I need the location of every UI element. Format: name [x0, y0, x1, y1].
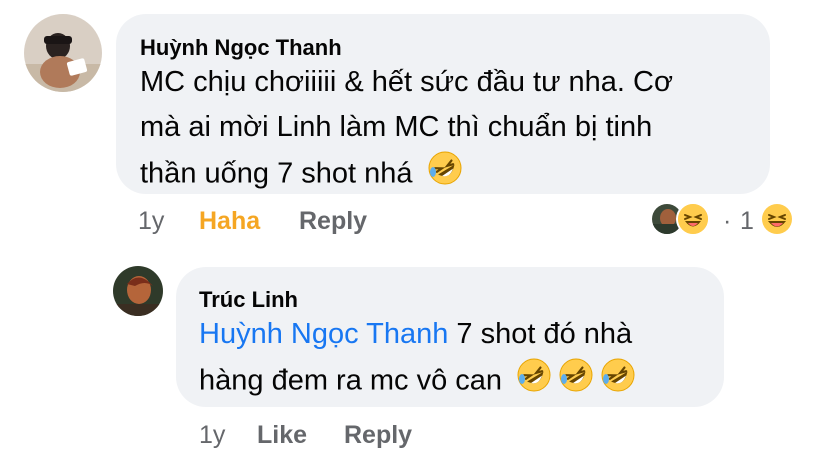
reaction-separator: ·: [723, 207, 732, 235]
reaction-summary[interactable]: [650, 202, 710, 236]
comment-text: Huỳnh Ngọc Thanh 7 shot đó nhà hàng đem …: [199, 312, 719, 407]
haha-reaction-icon[interactable]: [761, 203, 793, 235]
mention-link[interactable]: Huỳnh Ngọc Thanh: [199, 318, 448, 350]
rolling-laughing-emoji-icon: [558, 357, 594, 407]
comment-text: MC chịu chơiiiii & hết sức đầu tư nha. C…: [140, 60, 760, 200]
comment-author[interactable]: Trúc Linh: [199, 287, 298, 313]
comment-text-line: hàng đem ra mc vô can: [199, 357, 719, 407]
comment-timestamp[interactable]: 1y: [199, 421, 225, 450]
rolling-laughing-emoji-icon: [427, 150, 463, 200]
comment-text-line: MC chịu chơiiiii & hết sức đầu tư nha. C…: [140, 66, 674, 98]
comment-text-line: Huỳnh Ngọc Thanh 7 shot đó nhà: [199, 312, 719, 357]
reaction-count[interactable]: 1: [740, 207, 754, 236]
reply-button[interactable]: Reply: [344, 421, 412, 450]
avatar-truc-linh[interactable]: [113, 266, 163, 316]
haha-reaction-icon: [676, 202, 710, 236]
comment-text-segment: thần uống 7 shot nhá: [140, 157, 413, 190]
comment-text-segment: hàng đem ra mc vô can: [199, 364, 503, 397]
haha-reaction-button[interactable]: Haha: [199, 207, 260, 236]
comment-author[interactable]: Huỳnh Ngọc Thanh: [140, 35, 342, 61]
avatar-huynh-ngoc-thanh[interactable]: [24, 14, 102, 92]
comment-text-segment: 7 shot đó nhà: [448, 318, 633, 350]
like-button[interactable]: Like: [257, 421, 307, 450]
comment-timestamp[interactable]: 1y: [138, 207, 164, 236]
rolling-laughing-emoji-icon: [516, 357, 552, 407]
reply-button[interactable]: Reply: [299, 207, 367, 236]
rolling-laughing-emoji-icon: [600, 357, 636, 407]
comment-text-line: thần uống 7 shot nhá: [140, 150, 760, 200]
comment-text-line: mà ai mời Linh làm MC thì chuẩn bị tinh: [140, 111, 653, 143]
